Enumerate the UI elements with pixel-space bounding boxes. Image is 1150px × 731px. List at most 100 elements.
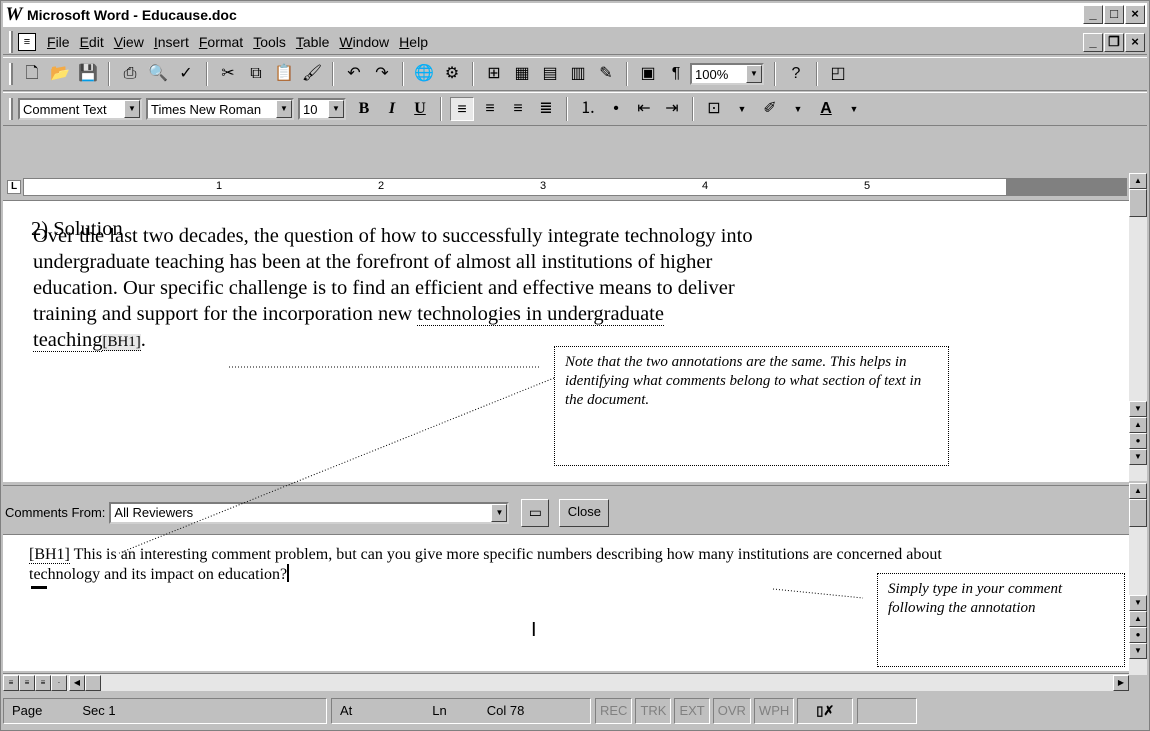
maximize-button[interactable]: □ [1104, 5, 1124, 24]
align-left-icon[interactable]: ≡ [450, 97, 474, 121]
borders-icon[interactable]: ⊡ [702, 97, 726, 121]
menu-view[interactable]: View [109, 34, 149, 50]
chevron-down-icon[interactable]: ▼ [730, 97, 754, 121]
select-browse-object-icon[interactable]: ● [1129, 627, 1147, 643]
comment-entry[interactable]: [BH1] This is an interesting comment pro… [29, 545, 989, 584]
copy-icon[interactable]: ⧉ [244, 62, 268, 86]
insert-excel-icon[interactable]: ▤ [538, 62, 562, 86]
commented-text[interactable]: teaching [33, 329, 102, 352]
bold-button[interactable]: B [352, 97, 376, 121]
outline-view-icon[interactable]: · [51, 675, 67, 691]
scroll-up-icon[interactable]: ▲ [1129, 173, 1147, 189]
redo-icon[interactable]: ↷ [370, 62, 394, 86]
menu-help[interactable]: Help [394, 34, 433, 50]
status-wph[interactable]: WPH [754, 698, 794, 724]
new-document-icon[interactable]: 🗋 [20, 62, 44, 86]
close-window-button[interactable]: × [1125, 5, 1145, 24]
print-preview-icon[interactable]: 🔍 [146, 62, 170, 86]
columns-icon[interactable]: ▥ [566, 62, 590, 86]
numbering-icon[interactable]: ⒈ [576, 97, 600, 121]
font-color-icon[interactable]: A [814, 97, 838, 121]
font-size-select[interactable]: 10 ▼ [298, 98, 346, 120]
scroll-up-icon[interactable]: ▲ [1129, 483, 1147, 499]
insert-table-icon[interactable]: ▦ [510, 62, 534, 86]
commented-text[interactable]: technologies in undergraduate [417, 303, 664, 326]
scroll-down-icon[interactable]: ▼ [1129, 401, 1147, 417]
document-map-icon[interactable]: ▣ [636, 62, 660, 86]
align-right-icon[interactable]: ≡ [506, 97, 530, 121]
menu-table[interactable]: Table [291, 34, 334, 50]
scroll-thumb[interactable] [1129, 499, 1147, 527]
menu-edit[interactable]: Edit [75, 34, 109, 50]
style-select[interactable]: Comment Text ▼ [18, 98, 142, 120]
spelling-status-icon[interactable]: ▯✗ [797, 698, 853, 724]
zoom-select[interactable]: 100% ▼ [690, 63, 764, 85]
document-paragraph[interactable]: Over the last two decades, the question … [33, 223, 1013, 355]
increase-indent-icon[interactable]: ⇥ [660, 97, 684, 121]
menu-grip[interactable] [9, 31, 13, 53]
menu-insert[interactable]: Insert [149, 34, 194, 50]
minimize-button[interactable]: _ [1083, 5, 1103, 24]
previous-page-icon[interactable]: ▲ [1129, 417, 1147, 433]
align-center-icon[interactable]: ≡ [478, 97, 502, 121]
chevron-down-icon[interactable]: ▼ [328, 100, 344, 118]
ruler-strip[interactable]: 1 2 3 4 5 [23, 178, 1127, 196]
chevron-down-icon[interactable]: ▼ [491, 504, 507, 522]
reviewers-select[interactable]: All Reviewers ▼ [109, 502, 509, 524]
status-rec[interactable]: REC [595, 698, 632, 724]
menu-tools[interactable]: Tools [248, 34, 291, 50]
decrease-indent-icon[interactable]: ⇤ [632, 97, 656, 121]
chevron-down-icon[interactable]: ▼ [842, 97, 866, 121]
web-toolbar-icon[interactable]: ⚙ [440, 62, 464, 86]
chevron-down-icon[interactable]: ▼ [124, 100, 140, 118]
scroll-right-icon[interactable]: ▶ [1113, 675, 1129, 691]
annotation-reference[interactable]: [BH1] [102, 334, 140, 351]
hyperlink-icon[interactable]: 🌐 [412, 62, 436, 86]
document-vertical-scrollbar[interactable]: ▲ ▼ ▲ ● ▼ [1129, 173, 1147, 481]
scroll-thumb[interactable] [85, 675, 101, 691]
office-assistant-icon[interactable]: ◰ [826, 62, 850, 86]
font-select[interactable]: Times New Roman ▼ [146, 98, 294, 120]
highlight-icon[interactable]: ✐ [758, 97, 782, 121]
doc-restore-button[interactable]: ❐ [1104, 33, 1124, 52]
insert-sound-icon[interactable]: ▭ [521, 499, 549, 527]
doc-close-button[interactable]: × [1125, 33, 1145, 52]
bullets-icon[interactable]: • [604, 97, 628, 121]
menu-window[interactable]: Window [334, 34, 394, 50]
paste-icon[interactable]: 📋 [272, 62, 296, 86]
spelling-icon[interactable]: ✓ [174, 62, 198, 86]
scroll-left-icon[interactable]: ◀ [69, 675, 85, 691]
scroll-down-icon[interactable]: ▼ [1129, 595, 1147, 611]
print-icon[interactable]: ⎙ [118, 62, 142, 86]
normal-view-icon[interactable]: ≡ [3, 675, 19, 691]
chevron-down-icon[interactable]: ▼ [746, 65, 762, 83]
undo-icon[interactable]: ↶ [342, 62, 366, 86]
underline-button[interactable]: U [408, 97, 432, 121]
status-ovr[interactable]: OVR [713, 698, 751, 724]
toolbar-grip[interactable] [9, 98, 13, 120]
menu-file[interactable]: File [42, 34, 75, 50]
web-layout-view-icon[interactable]: ≡ [19, 675, 35, 691]
tab-selector[interactable]: L [7, 180, 21, 194]
drawing-icon[interactable]: ✎ [594, 62, 618, 86]
tables-borders-icon[interactable]: ⊞ [482, 62, 506, 86]
format-painter-icon[interactable]: 🖌 [300, 62, 324, 86]
doc-minimize-button[interactable]: _ [1083, 33, 1103, 52]
italic-button[interactable]: I [380, 97, 404, 121]
save-icon[interactable]: 💾 [76, 62, 100, 86]
select-browse-object-icon[interactable]: ● [1129, 433, 1147, 449]
scroll-thumb[interactable] [1129, 189, 1147, 217]
previous-page-icon[interactable]: ▲ [1129, 611, 1147, 627]
menu-format[interactable]: Format [194, 34, 248, 50]
next-page-icon[interactable]: ▼ [1129, 449, 1147, 465]
chevron-down-icon[interactable]: ▼ [786, 97, 810, 121]
justify-icon[interactable]: ≣ [534, 97, 558, 121]
document-icon[interactable]: ≡ [18, 33, 36, 51]
status-trk[interactable]: TRK [635, 698, 671, 724]
horizontal-scrollbar[interactable]: ≡ ≡ ≡ · ◀ ▶ [3, 673, 1129, 691]
close-comments-button[interactable]: Close [559, 499, 609, 527]
cut-icon[interactable]: ✂ [216, 62, 240, 86]
print-layout-view-icon[interactable]: ≡ [35, 675, 51, 691]
help-icon[interactable]: ? [784, 62, 808, 86]
status-ext[interactable]: EXT [674, 698, 709, 724]
